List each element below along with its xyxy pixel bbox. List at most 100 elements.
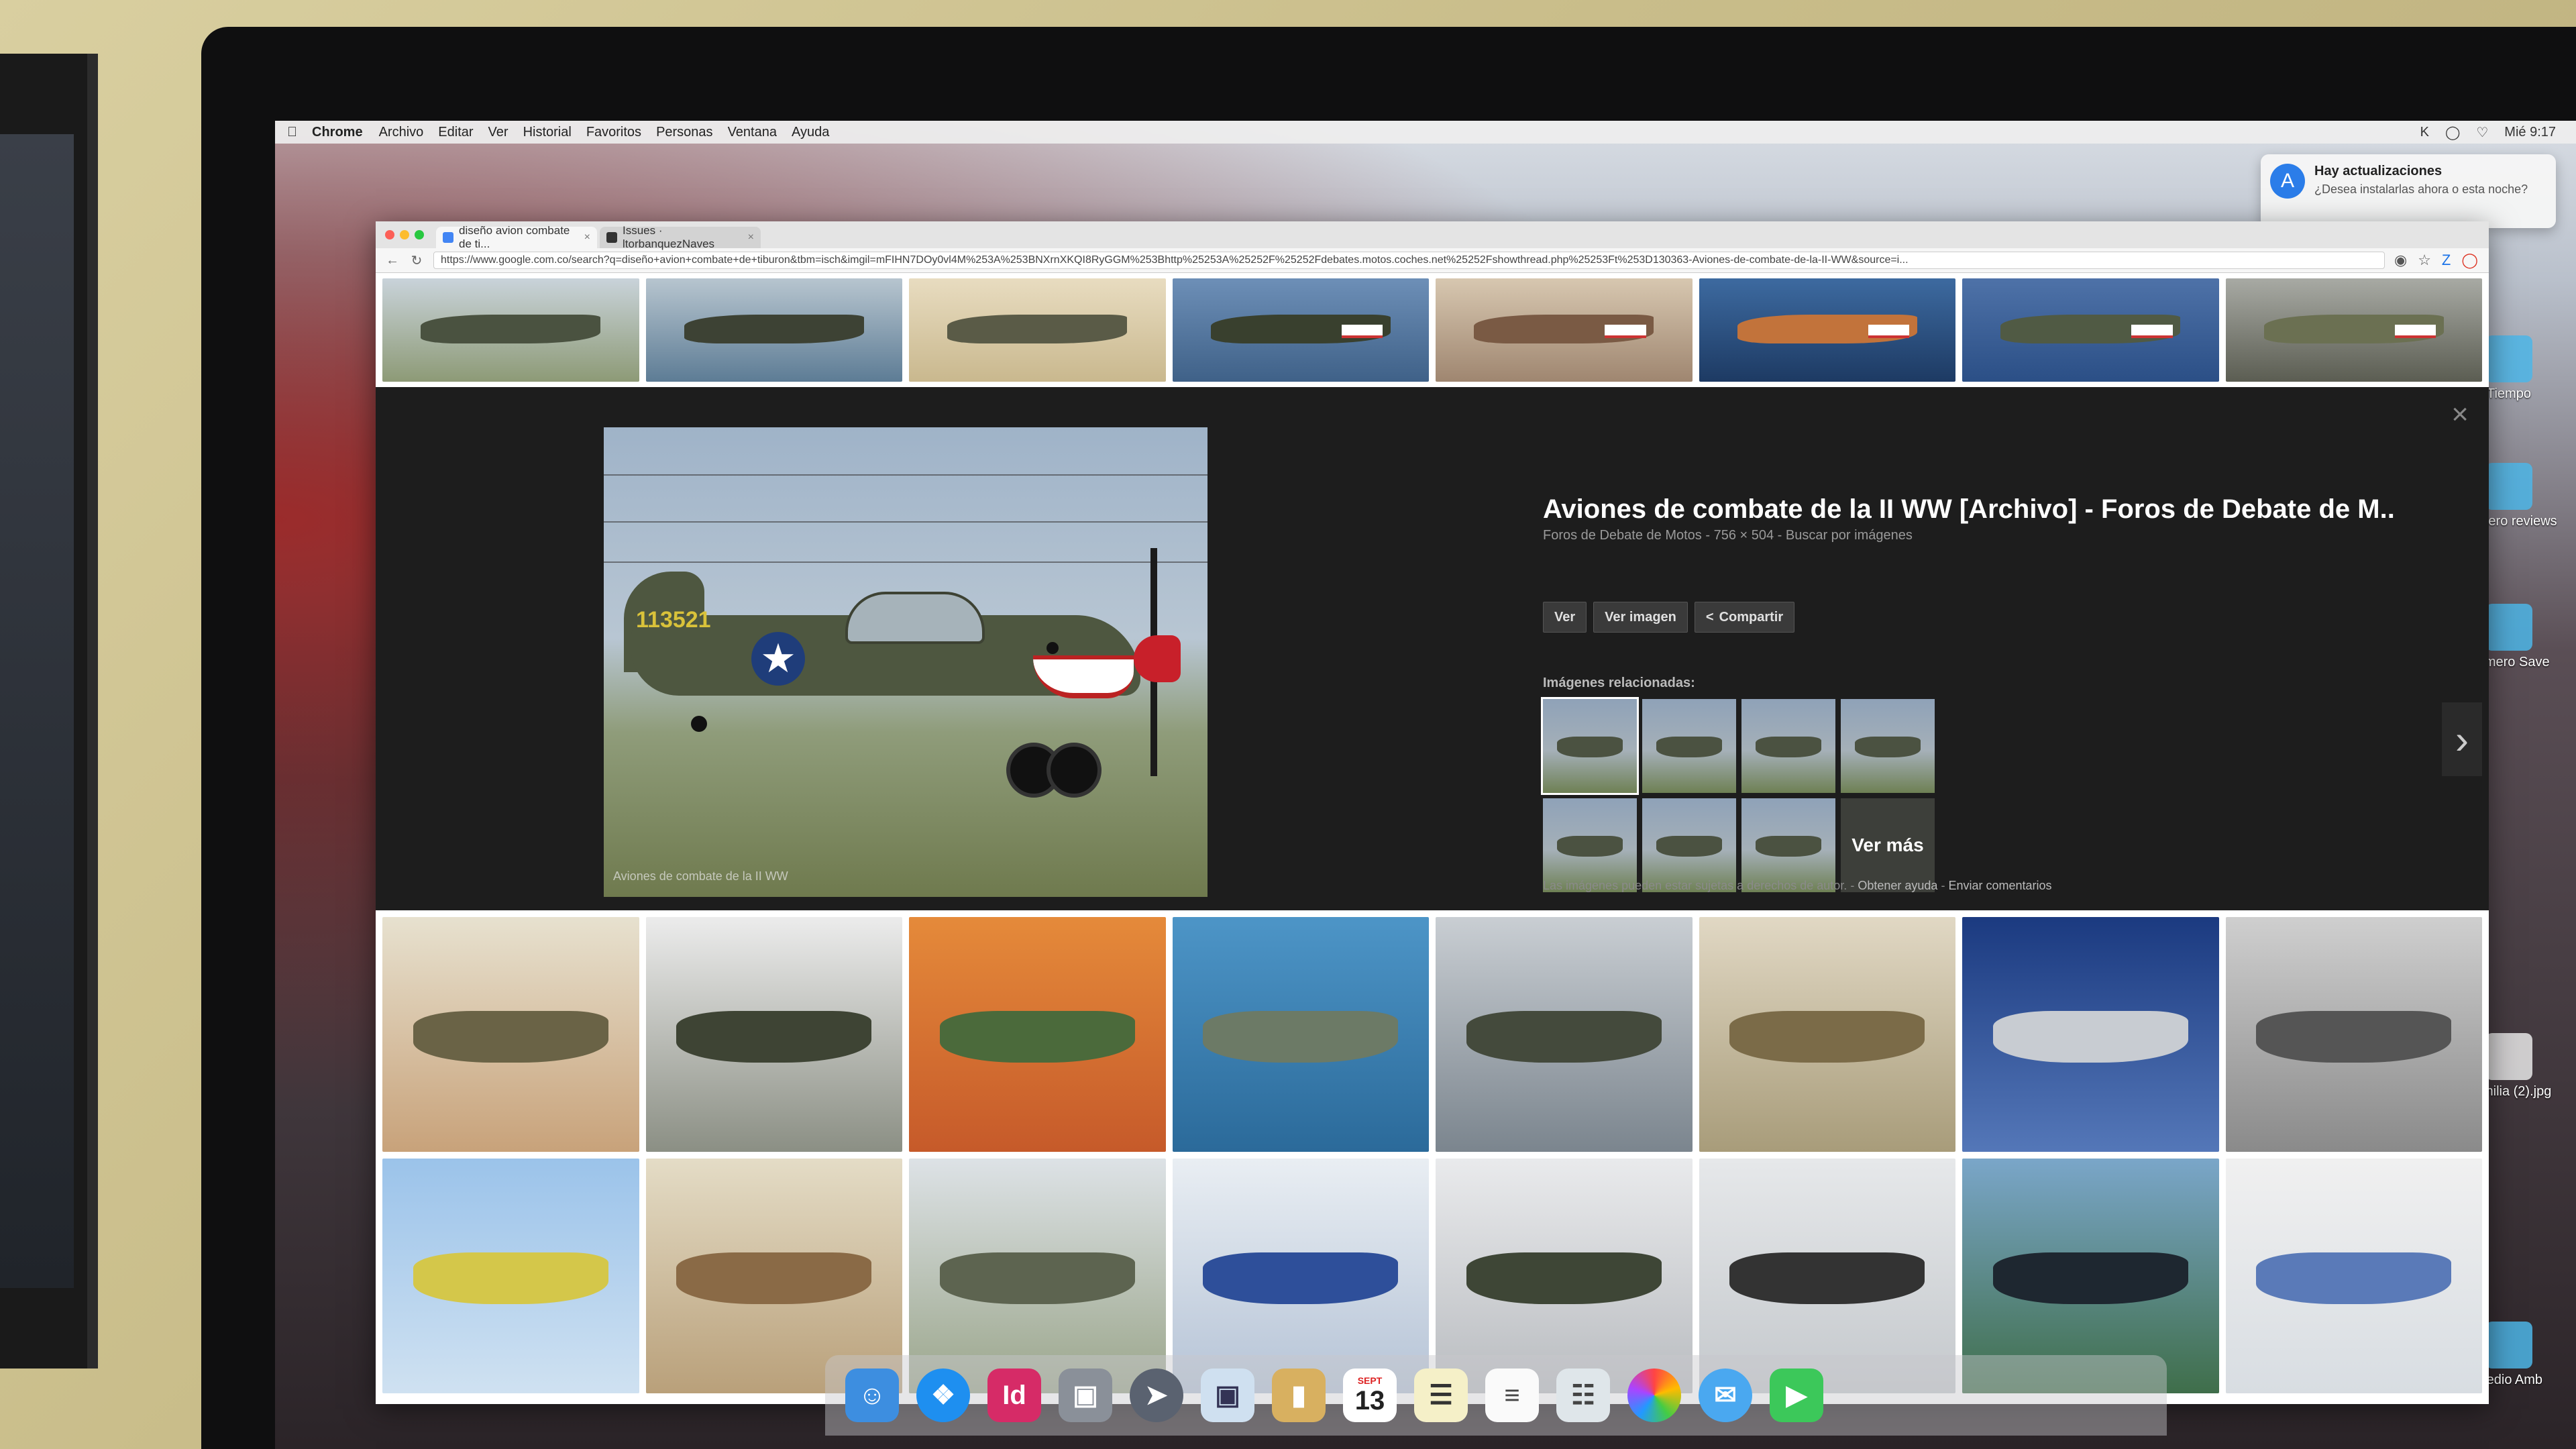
update-notification[interactable]: A Hay actualizaciones ¿Desea instalarlas…: [2261, 154, 2556, 228]
wire-line: [604, 561, 1208, 563]
image-detail-panel: 113521 ★ Aviones de combate de la II WW …: [376, 387, 2489, 910]
result-image[interactable]: [2225, 917, 2482, 1152]
menu-ventana[interactable]: Ventana: [728, 125, 777, 140]
menu-favoritos[interactable]: Favoritos: [586, 125, 641, 140]
thumbnail[interactable]: [1699, 278, 1955, 382]
location-icon[interactable]: ◉: [2394, 252, 2407, 269]
extension-stop-icon[interactable]: ◯: [2461, 252, 2478, 269]
menu-ver[interactable]: Ver: [488, 125, 508, 140]
next-image-chevron-icon[interactable]: ›: [2442, 702, 2482, 776]
minimize-window-icon[interactable]: [400, 230, 409, 239]
menu-editar[interactable]: Editar: [438, 125, 473, 140]
thumbnail[interactable]: [1172, 278, 1429, 382]
bookmark-star-icon[interactable]: ☆: [2418, 252, 2431, 269]
facetime-icon[interactable]: ▶: [1770, 1368, 1823, 1422]
tab-github-issues[interactable]: Issues · ltorbanquezNaves ×: [600, 224, 761, 250]
plane-shape: [1729, 1011, 1925, 1063]
plane-shape: [1557, 737, 1623, 757]
menu-personas[interactable]: Personas: [656, 125, 713, 140]
thumbnail[interactable]: [2225, 278, 2482, 382]
address-bar[interactable]: https://www.google.com.co/search?q=diseñ…: [433, 252, 2385, 269]
related-image[interactable]: [1642, 798, 1736, 892]
safari-compass-icon[interactable]: ❖: [916, 1368, 970, 1422]
screen:  Chrome Archivo Editar Ver Historial Fa…: [275, 121, 2576, 1449]
back-icon[interactable]: ←: [385, 253, 400, 268]
extension-z-icon[interactable]: Z: [2442, 252, 2451, 269]
related-image[interactable]: [1642, 699, 1736, 793]
finder-icon[interactable]: ☺: [845, 1368, 899, 1422]
result-image[interactable]: [1172, 917, 1429, 1152]
notes-icon[interactable]: ☰: [1414, 1368, 1468, 1422]
related-image[interactable]: [1841, 699, 1935, 793]
share-label: Compartir: [1719, 609, 1784, 625]
preview-icon[interactable]: ▣: [1059, 1368, 1112, 1422]
selected-image[interactable]: 113521 ★ Aviones de combate de la II WW: [604, 427, 1208, 897]
feedback-link[interactable]: Enviar comentarios: [1948, 879, 2051, 892]
related-image[interactable]: [1741, 798, 1835, 892]
menu-app-name[interactable]: Chrome: [312, 125, 363, 140]
menu-ayuda[interactable]: Ayuda: [792, 125, 829, 140]
thumbnail[interactable]: [645, 278, 902, 382]
wifi-icon[interactable]: ◯: [2445, 124, 2460, 141]
plane-shape: [421, 314, 601, 343]
secondary-screen: [0, 134, 74, 1288]
result-image[interactable]: [1699, 917, 1955, 1152]
image-meta: Foros de Debate de Motos - 756 × 504 - B…: [1543, 528, 1913, 543]
window-controls: [385, 230, 424, 239]
related-image[interactable]: [1741, 699, 1835, 793]
thumbnail[interactable]: [909, 278, 1166, 382]
menu-archivo[interactable]: Archivo: [379, 125, 424, 140]
result-image[interactable]: [645, 917, 902, 1152]
plane-shape: [1992, 1252, 2188, 1304]
status-k-icon[interactable]: K: [2420, 125, 2429, 140]
plane-shape: [1992, 1011, 2188, 1063]
result-image[interactable]: [1436, 917, 1693, 1152]
photo-icon[interactable]: ▣: [1201, 1368, 1254, 1422]
menubar-clock[interactable]: Mié 9:17: [2504, 125, 2556, 140]
view-image-button[interactable]: Ver imagen: [1593, 602, 1688, 633]
result-image[interactable]: [382, 1159, 639, 1393]
result-image[interactable]: [1962, 917, 2219, 1152]
share-button[interactable]: < Compartir: [1694, 602, 1795, 633]
propeller-spinner: [1134, 635, 1181, 682]
related-image[interactable]: [1541, 697, 1639, 795]
thumbnail[interactable]: [1436, 278, 1693, 382]
landing-gear-wheel: [1046, 743, 1102, 798]
tail-number: 113521: [636, 607, 711, 633]
view-button[interactable]: Ver: [1543, 602, 1587, 633]
calendar-day: 13: [1354, 1385, 1385, 1415]
plane-shape: [676, 1252, 872, 1304]
menu-historial[interactable]: Historial: [523, 125, 572, 140]
result-image[interactable]: [909, 917, 1166, 1152]
close-window-icon[interactable]: [385, 230, 394, 239]
result-image[interactable]: [382, 917, 639, 1152]
close-tab-icon[interactable]: ×: [584, 231, 590, 244]
plane-shape: [676, 1011, 872, 1063]
folder-icon[interactable]: ▮: [1272, 1368, 1326, 1422]
thumbnail[interactable]: [1962, 278, 2219, 382]
shield-icon[interactable]: ♡: [2476, 124, 2488, 141]
help-link[interactable]: Obtener ayuda: [1858, 879, 1937, 892]
tab-strip: diseño avion combate de ti... × Issues ·…: [376, 221, 2489, 250]
launchpad-rocket-icon[interactable]: ➤: [1130, 1368, 1183, 1422]
reload-icon[interactable]: ↻: [409, 252, 424, 269]
zoom-window-icon[interactable]: [415, 230, 424, 239]
result-image[interactable]: [2225, 1159, 2482, 1393]
apple-menu-icon[interactable]: : [287, 125, 297, 140]
reminders-icon[interactable]: ≡: [1485, 1368, 1539, 1422]
close-tab-icon[interactable]: ×: [748, 231, 754, 244]
indesign-icon[interactable]: Id: [987, 1368, 1041, 1422]
shark-mouth-shape: [1341, 325, 1383, 338]
close-icon[interactable]: ×: [2451, 398, 2469, 431]
photos-icon[interactable]: [1627, 1368, 1681, 1422]
calendar-icon[interactable]: SEPT 13: [1343, 1368, 1397, 1422]
related-images-label: Imágenes relacionadas:: [1543, 676, 1695, 690]
plane-shape: [939, 1252, 1135, 1304]
maps-icon[interactable]: ☷: [1556, 1368, 1610, 1422]
messages-icon[interactable]: ✉: [1699, 1368, 1752, 1422]
thumbnail[interactable]: [382, 278, 639, 382]
image-title[interactable]: Aviones de combate de la II WW [Archivo]…: [1543, 494, 2395, 525]
related-image[interactable]: [1543, 798, 1637, 892]
tab-google-images[interactable]: diseño avion combate de ti... ×: [436, 224, 597, 250]
see-more-button[interactable]: Ver más: [1841, 798, 1935, 892]
